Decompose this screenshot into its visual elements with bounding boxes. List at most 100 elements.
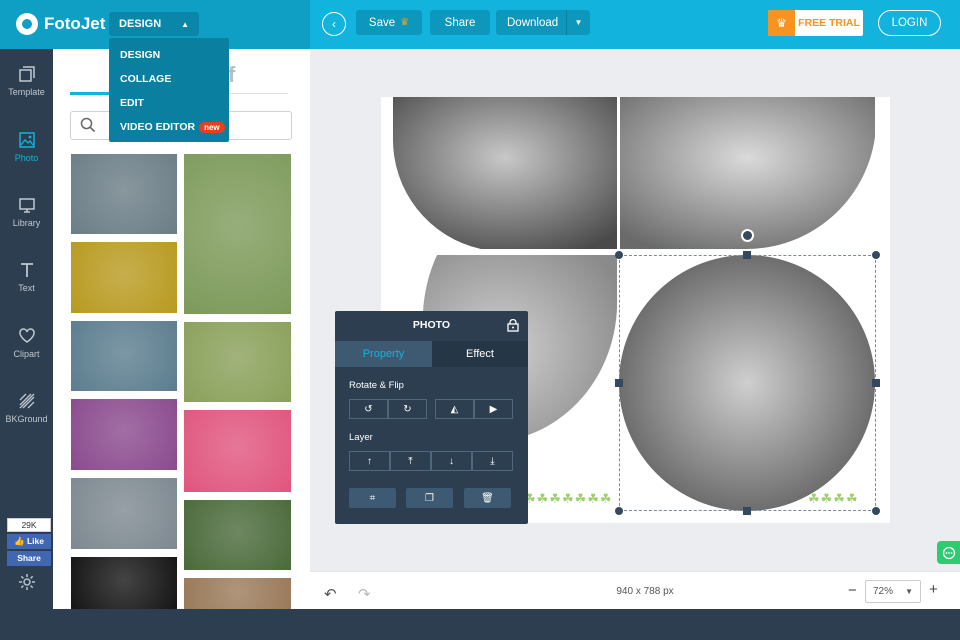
tab-effect[interactable]: Effect (432, 341, 528, 367)
resize-handle-n[interactable] (743, 251, 751, 259)
delete-button[interactable]: 🗑 (464, 488, 511, 508)
photo-thumbnail[interactable] (71, 399, 177, 470)
duplicate-button[interactable]: ❐ (406, 488, 453, 508)
resize-handle-w[interactable] (615, 379, 623, 387)
send-to-back-button[interactable]: ⤓ (472, 451, 513, 471)
crop-icon: ⌗ (369, 492, 376, 504)
mode-label: DESIGN (119, 18, 162, 30)
photo-thumbnail[interactable] (71, 321, 177, 391)
photo-thumbnail[interactable] (184, 322, 291, 402)
photo-thumbnail[interactable] (184, 500, 291, 570)
rotate-handle[interactable] (741, 229, 754, 242)
login-label: LOGIN (891, 17, 928, 29)
save-label: Save (368, 16, 396, 29)
redo-icon[interactable]: ↷ (358, 585, 371, 603)
menu-item-video-editor[interactable]: VIDEO EDITOR new (109, 115, 229, 139)
rotate-right-button[interactable]: ↻ (388, 399, 427, 419)
facebook-share-button[interactable]: Share (7, 551, 51, 566)
sidebar-item-clipart[interactable]: Clipart (0, 315, 53, 371)
sidebar-item-label: Text (18, 283, 35, 293)
panel-tab-partial[interactable]: f (228, 62, 235, 88)
new-badge: new (199, 121, 225, 133)
like-label: Like (26, 536, 44, 546)
sidebar-item-photo[interactable]: Photo (0, 119, 53, 175)
crop-button[interactable]: ⌗ (349, 488, 396, 508)
share-label: Share (444, 16, 476, 29)
sidebar-item-label: Library (12, 218, 41, 228)
undo-icon[interactable]: ↶ (324, 585, 337, 603)
sidebar-item-label: BKGround (5, 414, 48, 424)
menu-item-label: DESIGN (120, 49, 161, 61)
menu-item-label: VIDEO EDITOR (120, 121, 196, 133)
login-button[interactable]: LOGIN (878, 10, 941, 36)
app-logo[interactable]: FotoJet (16, 11, 105, 37)
menu-item-collage[interactable]: COLLAGE (109, 67, 229, 91)
trash-icon: 🗑 (481, 492, 494, 504)
rotate-flip-label: Rotate & Flip (349, 380, 404, 391)
photo-thumbnail[interactable] (71, 154, 177, 234)
resize-handle-sw[interactable] (615, 507, 623, 515)
photo-thumbnail[interactable] (184, 578, 291, 609)
rotate-left-button[interactable]: ↺ (349, 399, 388, 419)
layer-label: Layer (349, 432, 373, 443)
caret-down-icon[interactable]: ▼ (566, 10, 590, 35)
bring-to-front-button[interactable]: ⤒ (390, 451, 431, 471)
collage-cell-top-left[interactable] (392, 97, 617, 249)
photo-thumbnail[interactable] (71, 557, 177, 609)
menu-item-label: COLLAGE (120, 73, 172, 85)
sidebar-item-text[interactable]: Text (0, 249, 53, 305)
zoom-in-button[interactable]: + (929, 581, 938, 598)
zoom-select[interactable]: 72% ▼ (865, 580, 921, 603)
sidebar-item-library[interactable]: Library (0, 184, 53, 240)
facebook-like-button[interactable]: 👍 Like (7, 534, 51, 549)
flip-vertical-icon: ▶ (489, 403, 498, 415)
zoom-out-button[interactable]: − (848, 582, 857, 599)
download-button[interactable]: Download ▼ (496, 10, 590, 35)
clover-decoration: ☘☘☘☘☘☘☘ (524, 491, 613, 506)
share-button[interactable]: Share (430, 10, 490, 35)
resize-handle-e[interactable] (872, 379, 880, 387)
menu-item-edit[interactable]: EDIT (109, 91, 229, 115)
photo-thumbnail[interactable] (184, 154, 291, 314)
background-icon (19, 393, 34, 409)
rotate-right-icon: ↻ (403, 403, 412, 415)
selection-box (619, 255, 876, 511)
crown-icon: ♛ (768, 10, 795, 36)
facebook-like-count: 29K (7, 518, 51, 532)
free-trial-button[interactable]: ♛ FREE TRIAL (768, 10, 863, 36)
caret-up-icon: ▲ (181, 19, 189, 29)
mode-dropdown-button[interactable]: DESIGN ▲ (109, 12, 199, 36)
sidebar-item-template[interactable]: Template (0, 53, 53, 109)
chat-button[interactable] (937, 541, 960, 564)
send-backward-button[interactable]: ↓ (431, 451, 472, 471)
bring-forward-button[interactable]: ↑ (349, 451, 390, 471)
flip-vertical-button[interactable]: ▶ (474, 399, 513, 419)
download-label: Download (507, 16, 559, 29)
settings-gear-icon[interactable] (17, 572, 37, 592)
text-icon (20, 263, 33, 277)
photo-thumbnail[interactable] (71, 478, 177, 549)
chevron-left-icon: ‹ (332, 17, 336, 31)
back-button[interactable]: ‹ (322, 12, 346, 36)
save-button[interactable]: Save ♛ (356, 10, 422, 35)
rotate-left-icon: ↺ (364, 403, 373, 415)
menu-item-design[interactable]: DESIGN (109, 43, 229, 67)
photo-icon (18, 132, 35, 148)
tab-property[interactable]: Property (335, 341, 432, 367)
resize-handle-se[interactable] (872, 507, 880, 515)
search-icon (80, 117, 96, 133)
resize-handle-ne[interactable] (872, 251, 880, 259)
photo-thumbnail[interactable] (71, 242, 177, 313)
resize-handle-nw[interactable] (615, 251, 623, 259)
sidebar-item-bkground[interactable]: BKGround (0, 380, 53, 436)
photo-thumbnail[interactable] (184, 410, 291, 492)
lock-icon[interactable] (507, 319, 519, 332)
mode-dropdown-menu: DESIGN COLLAGE EDIT VIDEO EDITOR new (109, 38, 229, 142)
free-trial-label: FREE TRIAL (798, 17, 860, 29)
flip-horizontal-button[interactable]: ◭ (435, 399, 474, 419)
sidebar-item-label: Template (8, 87, 45, 97)
menu-item-label: EDIT (120, 97, 144, 109)
collage-cell-top-right[interactable] (620, 97, 875, 250)
flip-horizontal-icon: ◭ (450, 403, 459, 415)
resize-handle-s[interactable] (743, 507, 751, 515)
